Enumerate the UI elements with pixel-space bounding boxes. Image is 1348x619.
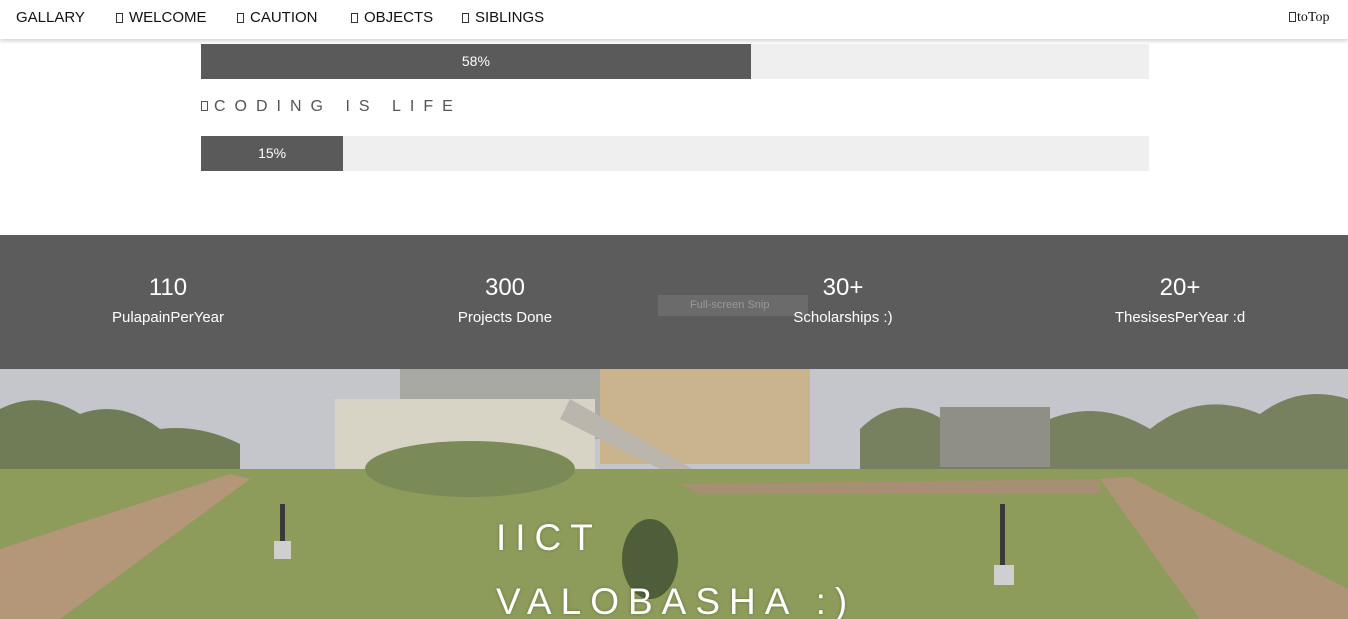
skill-title: CODING IS LIFE bbox=[201, 98, 462, 116]
stat-number: 20+ bbox=[1159, 274, 1201, 301]
skill-bar-track: 58% bbox=[201, 44, 1149, 79]
nav-item-label: SIBLINGS bbox=[475, 9, 545, 26]
stat-label: Scholarships :) bbox=[793, 309, 893, 326]
nav-item-caution[interactable]: CAUTION bbox=[237, 0, 318, 36]
nav-item-welcome[interactable]: WELCOME bbox=[116, 0, 207, 36]
stat-number: 110 bbox=[148, 274, 188, 301]
stat-number: 300 bbox=[484, 274, 526, 301]
skill-bar-fill: 15% bbox=[201, 136, 344, 171]
glyph-icon bbox=[237, 13, 244, 23]
stat-block: 110 PulapainPerYear bbox=[38, 273, 298, 326]
code-icon bbox=[201, 101, 208, 111]
skill-title-text: CODING IS LIFE bbox=[214, 98, 462, 115]
stats-section: 110 PulapainPerYear 300 Projects Done Fu… bbox=[0, 235, 1348, 369]
hero-title-line-1: IICT bbox=[496, 517, 602, 558]
to-top-label: toTop bbox=[1297, 10, 1330, 25]
skill-bar-track: 15% bbox=[201, 136, 1149, 171]
stat-block: 20+ ThesisesPerYear :d bbox=[1050, 273, 1310, 326]
nav-item-label: WELCOME bbox=[129, 9, 207, 26]
to-top-link[interactable]: toTop bbox=[1289, 0, 1329, 36]
nav-item-label: OBJECTS bbox=[364, 9, 434, 26]
hero-title-line-2: VALOBASHA :) bbox=[496, 581, 857, 619]
stat-number: 30+ bbox=[822, 274, 864, 301]
glyph-icon bbox=[351, 13, 358, 23]
nav-item-label: GALLARY bbox=[16, 9, 85, 26]
skill-bar-fill: 58% bbox=[201, 44, 751, 79]
stat-label: PulapainPerYear bbox=[111, 309, 225, 326]
stat-label: ThesisesPerYear :d bbox=[1114, 309, 1246, 326]
arrow-up-icon bbox=[1289, 12, 1296, 22]
top-navbar: GALLARY WELCOME CAUTION OBJECTS SIBLINGS… bbox=[0, 0, 1348, 39]
stat-block: 30+ Scholarships :) bbox=[713, 273, 973, 326]
skill-percent-label: 58% bbox=[461, 53, 490, 69]
hero-panorama: IICT VALOBASHA :) bbox=[0, 369, 1348, 619]
nav-item-objects[interactable]: OBJECTS bbox=[351, 0, 433, 36]
skill-percent-label: 15% bbox=[258, 145, 287, 161]
nav-item-label: CAUTION bbox=[250, 9, 318, 26]
stat-label: Projects Done bbox=[457, 309, 553, 326]
nav-item-siblings[interactable]: SIBLINGS bbox=[462, 0, 544, 36]
stat-block: 300 Projects Done bbox=[375, 273, 635, 326]
glyph-icon bbox=[116, 13, 123, 23]
glyph-icon bbox=[462, 13, 469, 23]
nav-item-gallary[interactable]: GALLARY bbox=[16, 0, 85, 36]
